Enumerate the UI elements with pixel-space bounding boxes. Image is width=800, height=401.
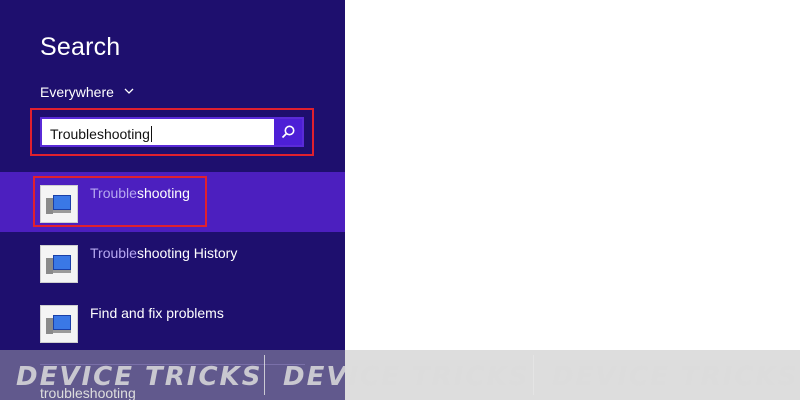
search-scope-label: Everywhere — [40, 84, 114, 100]
result-item-find-and-fix-problems[interactable]: Find and fix problems — [0, 292, 345, 352]
result-label: Find and fix problems — [90, 305, 224, 321]
result-highlight-outline — [33, 176, 207, 227]
watermark-text: DEVICE TRICKS — [552, 362, 799, 392]
search-highlight-outline — [30, 108, 314, 156]
watermark-separator — [264, 355, 265, 395]
watermark-banner: DEVICE TRICKS DEVICE TRICKS DEVICE TRICK… — [0, 350, 800, 400]
chevron-down-icon — [124, 88, 134, 94]
watermark-separator — [533, 355, 534, 395]
watermark-text: DEVICE TRICKS — [16, 362, 263, 392]
result-label: Troubleshooting History — [90, 245, 238, 261]
find-and-fix-problems-icon — [40, 305, 78, 343]
result-item-troubleshooting-history[interactable]: Troubleshooting History — [0, 232, 345, 292]
troubleshooting-history-icon — [40, 245, 78, 283]
search-scope-dropdown[interactable]: Everywhere — [40, 84, 134, 100]
watermark-text: DEVICE TRICKS — [283, 362, 530, 392]
search-charm-panel: Search Everywhere Troubleshooting Troubl… — [0, 0, 345, 401]
search-title: Search — [40, 33, 121, 61]
